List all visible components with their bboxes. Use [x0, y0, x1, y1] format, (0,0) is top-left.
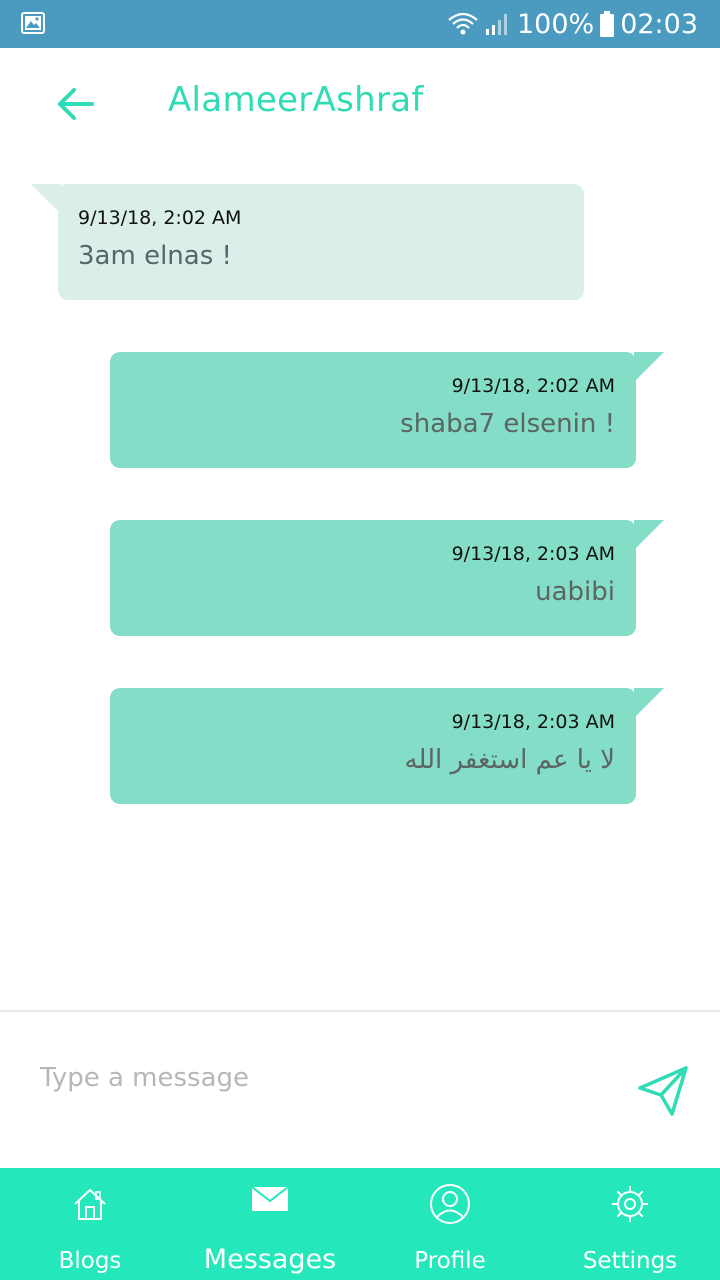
- gallery-notification-icon: [21, 12, 45, 34]
- back-arrow-icon[interactable]: [50, 78, 102, 130]
- send-icon[interactable]: [636, 1064, 690, 1118]
- message-timestamp: 9/13/18, 2:02 AM: [78, 207, 242, 229]
- message-text: 3am elnas !: [78, 241, 232, 271]
- message-timestamp: 9/13/18, 2:03 AM: [451, 543, 615, 565]
- nav-label: Settings: [582, 1248, 678, 1274]
- message-text: لا يا عم استغفر الله: [404, 745, 615, 775]
- gear-icon: [612, 1186, 648, 1222]
- chat-title: AlameerAshraf: [168, 80, 424, 120]
- nav-label: Blogs: [58, 1248, 122, 1274]
- message-text: shaba7 elsenin !: [400, 409, 615, 439]
- message-composer: [0, 1010, 720, 1170]
- status-bar: 100% 02:03: [0, 0, 720, 48]
- message-timestamp: 9/13/18, 2:02 AM: [451, 375, 615, 397]
- nav-label: Profile: [414, 1248, 486, 1274]
- message-input[interactable]: [40, 1056, 600, 1100]
- wifi-icon: [448, 12, 478, 35]
- home-icon: [74, 1189, 106, 1220]
- message-bubble-sent[interactable]: 9/13/18, 2:03 AM لا يا عم استغفر الله: [110, 688, 664, 804]
- user-icon: [430, 1184, 470, 1224]
- battery-percent: 100%: [516, 8, 595, 40]
- chat-header: AlameerAshraf: [0, 48, 720, 160]
- message-bubble-sent[interactable]: 9/13/18, 2:02 AM shaba7 elsenin !: [110, 352, 664, 468]
- message-bubble-received[interactable]: 9/13/18, 2:02 AM 3am elnas !: [31, 184, 584, 300]
- nav-item-blogs[interactable]: Blogs: [0, 1168, 180, 1280]
- bottom-navigation: Blogs Messages Profile Settings: [0, 1168, 720, 1280]
- envelope-icon: [251, 1186, 289, 1211]
- message-bubble-sent[interactable]: 9/13/18, 2:03 AM uabibi: [110, 520, 664, 636]
- clock: 02:03: [620, 8, 698, 40]
- nav-item-settings[interactable]: Settings: [540, 1168, 720, 1280]
- battery-icon: [600, 11, 615, 37]
- message-timestamp: 9/13/18, 2:03 AM: [451, 711, 615, 733]
- status-indicators: 100% 02:03: [447, 0, 698, 48]
- nav-label: Messages: [203, 1244, 337, 1275]
- nav-item-profile[interactable]: Profile: [360, 1168, 540, 1280]
- nav-item-messages[interactable]: Messages: [180, 1168, 360, 1280]
- message-text: uabibi: [535, 577, 615, 607]
- signal-icon: [485, 14, 507, 35]
